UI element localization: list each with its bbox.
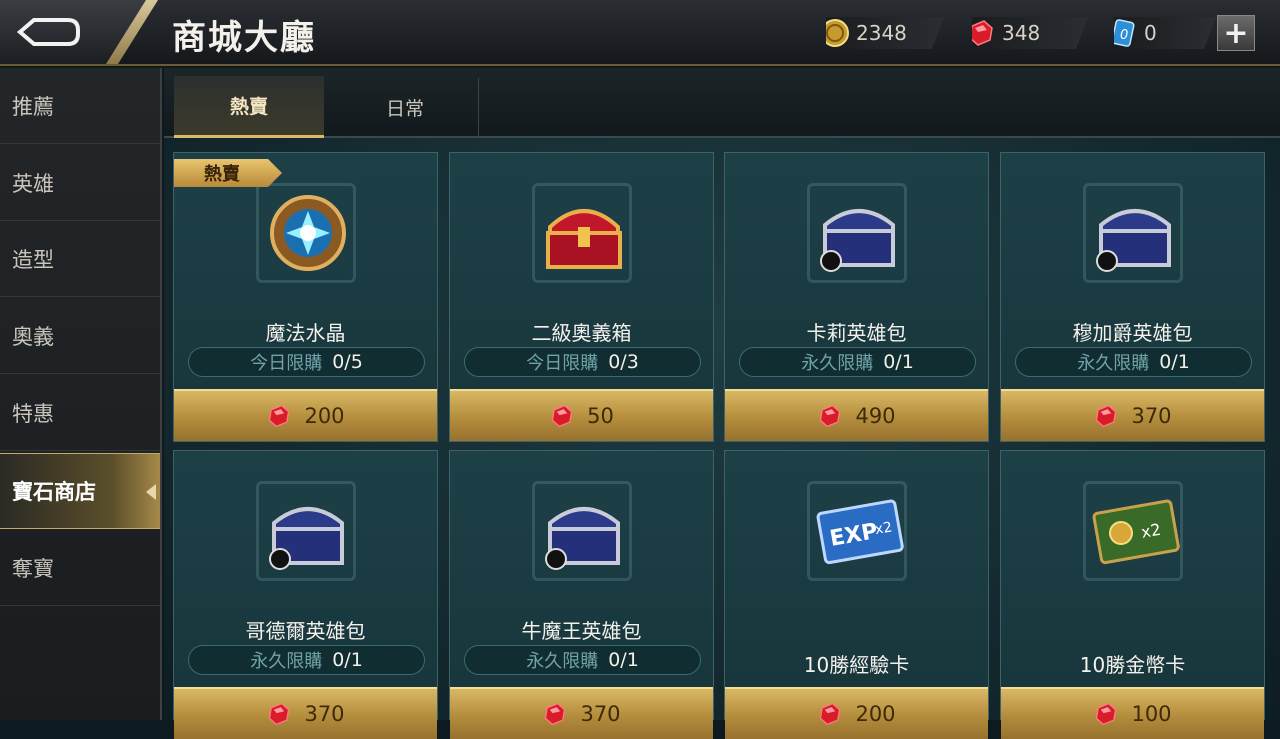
- product-name: 哥德爾英雄包: [245, 619, 366, 643]
- product-card[interactable]: 哥德爾英雄包 永久限購 0/1 370: [173, 450, 438, 739]
- top-bar: 商城大廳 2348 348 0 0 +: [0, 0, 1280, 66]
- price-value: 370: [1131, 404, 1172, 428]
- voucher-amount: 0: [1144, 21, 1157, 45]
- product-name: 穆加爵英雄包: [1072, 321, 1193, 345]
- purchase-limit: 今日限購 0/3: [464, 347, 701, 377]
- tab-hot-sale[interactable]: 熱賣: [174, 76, 324, 138]
- ruby-gem-icon: [551, 404, 573, 428]
- purchase-limit: 永久限購 0/1: [188, 645, 425, 675]
- product-card[interactable]: 熱賣 魔法水晶 今日限購 0/5 200: [173, 152, 438, 442]
- limit-count: 0/1: [883, 351, 914, 373]
- ruby-gem-icon: [820, 404, 841, 428]
- hero-chest-icon: [545, 507, 620, 570]
- tab-divider: [478, 78, 479, 136]
- ruby-gem-icon: [966, 18, 996, 48]
- sidebar-item-gem-shop[interactable]: 寶石商店: [0, 453, 160, 529]
- buy-button[interactable]: 370: [450, 687, 713, 739]
- voucher-card-icon: 0: [1108, 18, 1138, 48]
- gem-amount: 348: [1002, 21, 1041, 45]
- page-title: 商城大廳: [172, 18, 316, 58]
- limit-label: 永久限購: [801, 353, 874, 374]
- hero-chest-icon: [269, 507, 344, 570]
- sidebar-item-heroes[interactable]: 英雄: [0, 145, 160, 221]
- gold-currency: 2348: [826, 17, 944, 49]
- limit-count: 0/3: [608, 351, 639, 373]
- buy-button[interactable]: 50: [450, 389, 713, 441]
- limit-label: 今日限購: [250, 353, 323, 374]
- hero-chest-icon: [1096, 209, 1171, 272]
- tab-daily[interactable]: 日常: [330, 76, 480, 138]
- gold-card-multiplier: x2: [1140, 520, 1163, 542]
- ruby-gem-icon: [820, 702, 841, 726]
- limit-label: 永久限購: [250, 651, 323, 672]
- limit-label: 永久限購: [526, 651, 599, 672]
- product-card[interactable]: 牛魔王英雄包 永久限購 0/1 370: [449, 450, 714, 739]
- tab-bar: 熱賣 日常: [164, 68, 1280, 138]
- ruby-gem-icon: [545, 702, 566, 726]
- voucher-currency: 0 0: [1114, 17, 1216, 49]
- product-name: 10勝金幣卡: [1079, 653, 1186, 677]
- gold-card-icon: x2: [1092, 499, 1180, 565]
- price-value: 370: [304, 702, 345, 726]
- sidebar-item-treasure[interactable]: 奪寶: [0, 530, 160, 606]
- sidebar: 推薦 英雄 造型 奧義 特惠 寶石商店 奪寶: [0, 68, 162, 720]
- product-name: 10勝經驗卡: [803, 653, 910, 677]
- exp-card-multiplier: x2: [874, 519, 894, 538]
- sidebar-item-arcana[interactable]: 奧義: [0, 298, 160, 374]
- purchase-limit: 永久限購 0/1: [739, 347, 976, 377]
- main-panel: 熱賣 日常 熱賣 魔法水晶 今日限購 0/5 200 二級奧義箱 今日限購 0/…: [164, 68, 1280, 739]
- svg-text:0: 0: [1120, 28, 1128, 43]
- red-chest-icon: [546, 209, 622, 269]
- back-arrow-icon: [16, 18, 80, 46]
- product-card[interactable]: EXP x2 10勝經驗卡 200: [724, 450, 989, 739]
- product-card[interactable]: 卡莉英雄包 永久限購 0/1 490: [724, 152, 989, 442]
- limit-label: 今日限購: [526, 353, 599, 374]
- exp-card-icon: EXP x2: [816, 499, 904, 565]
- buy-button[interactable]: 200: [174, 389, 437, 441]
- product-name: 魔法水晶: [265, 321, 346, 345]
- ruby-gem-icon: [1096, 404, 1117, 428]
- buy-button[interactable]: 370: [1001, 389, 1264, 441]
- limit-count: 0/1: [1159, 351, 1190, 373]
- product-card[interactable]: 二級奧義箱 今日限購 0/3 50: [449, 152, 714, 442]
- hero-chest-icon: [820, 209, 895, 272]
- product-name: 牛魔王英雄包: [521, 619, 642, 643]
- product-card[interactable]: 穆加爵英雄包 永久限購 0/1 370: [1000, 152, 1265, 442]
- purchase-limit: 永久限購 0/1: [1015, 347, 1252, 377]
- gold-amount: 2348: [856, 21, 907, 45]
- buy-button[interactable]: 200: [725, 687, 988, 739]
- magic-crystal-icon: [270, 195, 346, 271]
- ruby-gem-icon: [269, 702, 290, 726]
- limit-count: 0/1: [332, 649, 363, 671]
- buy-button[interactable]: 490: [725, 389, 988, 441]
- limit-label: 永久限購: [1077, 353, 1150, 374]
- product-name: 卡莉英雄包: [806, 321, 907, 345]
- price-value: 50: [587, 404, 614, 428]
- price-value: 100: [1131, 702, 1172, 726]
- sidebar-item-skins[interactable]: 造型: [0, 221, 160, 297]
- limit-count: 0/5: [332, 351, 363, 373]
- product-card[interactable]: x2 10勝金幣卡 100: [1000, 450, 1265, 739]
- gold-coin-icon: [820, 18, 850, 48]
- purchase-limit: 永久限購 0/1: [464, 645, 701, 675]
- add-currency-button[interactable]: +: [1217, 15, 1255, 51]
- price-value: 490: [855, 404, 896, 428]
- hot-sale-badge: 熱賣: [174, 159, 282, 187]
- price-value: 200: [855, 702, 896, 726]
- limit-count: 0/1: [608, 649, 639, 671]
- gem-currency: 348: [972, 17, 1088, 49]
- sidebar-item-special-offers[interactable]: 特惠: [0, 375, 160, 451]
- purchase-limit: 今日限購 0/5: [188, 347, 425, 377]
- buy-button[interactable]: 100: [1001, 687, 1264, 739]
- ruby-gem-icon: [1096, 702, 1117, 726]
- buy-button[interactable]: 370: [174, 687, 437, 739]
- price-value: 370: [580, 702, 621, 726]
- sidebar-item-recommended[interactable]: 推薦: [0, 68, 160, 144]
- price-value: 200: [304, 404, 345, 428]
- ruby-gem-icon: [269, 404, 290, 428]
- product-name: 二級奧義箱: [531, 321, 632, 345]
